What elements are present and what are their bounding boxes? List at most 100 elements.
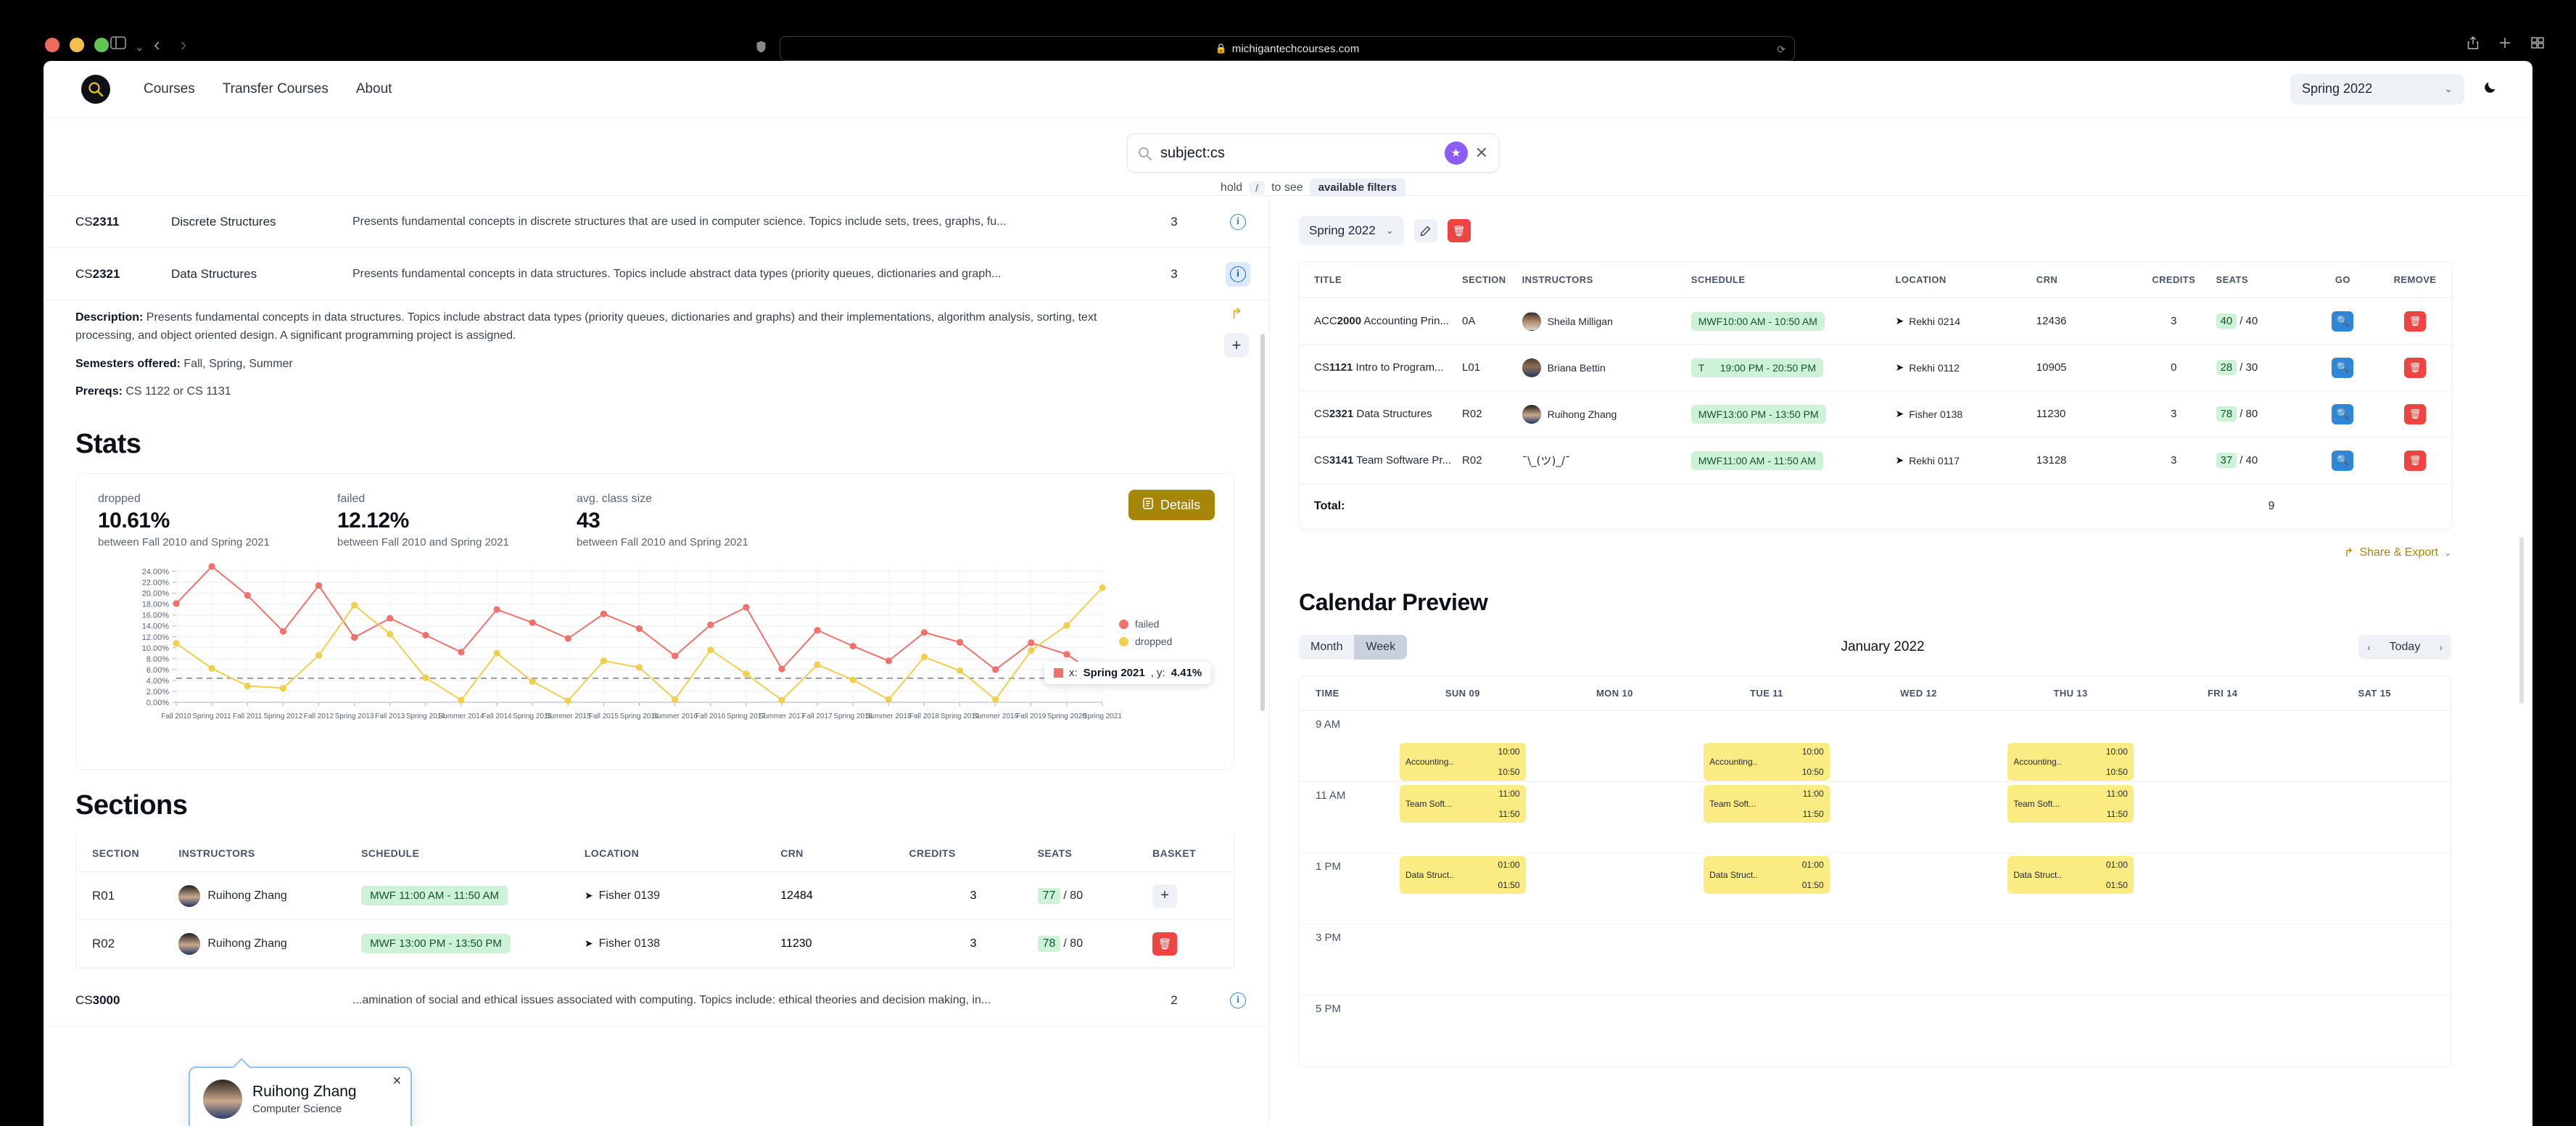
calendar-day-cell[interactable] [2147, 995, 2299, 1067]
available-filters-chip[interactable]: available filters [1310, 178, 1405, 197]
remove-button[interactable]: 🗑 [2404, 451, 2426, 471]
table-row[interactable]: CS2321 Data Structures R02 Ruihong Zhang… [1300, 391, 2452, 437]
details-button[interactable]: Details [1128, 490, 1215, 520]
course-row[interactable]: CS2311 Discrete Structures Presents fund… [44, 196, 1269, 248]
delete-basket-button[interactable]: 🗑 [1448, 219, 1471, 242]
forward-button[interactable]: › [181, 35, 187, 54]
table-row[interactable]: R01 Ruihong Zhang MWF 11:00 AM - 11:50 A… [76, 872, 1234, 920]
sidebar-chevron-down-icon[interactable]: ⌄ [135, 41, 144, 54]
basket-instructor[interactable]: Ruihong Zhang [1522, 405, 1691, 424]
new-tab-icon[interactable] [2499, 37, 2511, 49]
calendar-day-cell[interactable] [1539, 782, 1691, 852]
go-button[interactable]: 🔍 [2332, 404, 2353, 424]
calendar-day-cell[interactable] [2298, 853, 2451, 924]
calendar-day-cell[interactable] [2298, 924, 2451, 995]
calendar-day-cell[interactable] [1690, 924, 1843, 995]
calendar-day-cell[interactable] [1994, 995, 2147, 1067]
course-row[interactable]: CS3000 ...amination of social and ethica… [44, 974, 1269, 1027]
chevron-right-icon[interactable]: › [2430, 636, 2451, 659]
calendar-day-cell[interactable]: Data Struct...01:0001:50 [1387, 853, 1539, 924]
calendar-day-cell[interactable] [2298, 995, 2451, 1067]
chevron-left-icon[interactable]: ‹ [2358, 636, 2379, 659]
address-bar[interactable]: 🔒 michigantechcourses.com ⟳ [780, 36, 1795, 61]
calendar-day-cell[interactable] [1843, 711, 1995, 781]
calendar-day-cell[interactable]: Accounting...10:0010:50 [1690, 711, 1843, 781]
remove-button[interactable]: 🗑 [2404, 311, 2426, 332]
remove-button[interactable]: 🗑 [2404, 404, 2426, 424]
nav-item-transfer-courses[interactable]: Transfer Courses [223, 81, 329, 97]
close-icon[interactable]: ✕ [1475, 145, 1488, 161]
basket-term-selector[interactable]: Spring 2022 ⌄ [1299, 216, 1404, 245]
course-info-button[interactable]: i [1207, 214, 1269, 230]
tab-week[interactable]: Week [1354, 635, 1407, 659]
course-row[interactable]: CS2321 Data Structures Presents fundamen… [44, 248, 1269, 300]
calendar-day-cell[interactable] [1387, 924, 1539, 995]
calendar-day-cell[interactable]: Accounting...10:0010:50 [1387, 711, 1539, 781]
table-row[interactable]: R02 Ruihong Zhang MWF 13:00 PM - 13:50 P… [76, 920, 1234, 968]
calendar-day-cell[interactable] [1690, 995, 1843, 1067]
calendar-event[interactable]: Data Struct...01:0001:50 [1704, 856, 1830, 894]
calendar-day-cell[interactable] [1539, 924, 1691, 995]
calendar-event[interactable]: Data Struct...01:0001:50 [2007, 856, 2134, 894]
calendar-day-cell[interactable] [2147, 853, 2299, 924]
course-info-button[interactable]: i [1207, 993, 1269, 1008]
calendar-day-cell[interactable]: Team Soft...11:0011:50 [1690, 782, 1843, 852]
calendar-day-cell[interactable] [2298, 782, 2451, 852]
go-button[interactable]: 🔍 [2332, 451, 2353, 471]
calendar-day-cell[interactable] [1994, 924, 2147, 995]
tab-overview-icon[interactable] [2531, 37, 2544, 49]
add-to-basket-button[interactable]: + [1152, 884, 1177, 908]
calendar-day-cell[interactable] [1539, 711, 1691, 781]
calendar-event[interactable]: Accounting...10:0010:50 [1400, 743, 1526, 781]
table-row[interactable]: ACC2000 Accounting Prin... 0A Sheila Mil… [1300, 298, 2452, 345]
close-icon[interactable]: ✕ [392, 1074, 402, 1088]
nav-item-about[interactable]: About [356, 81, 392, 97]
table-row[interactable]: CS3141 Team Software Pr... R02 ¯\_(ツ)_/¯… [1300, 437, 2452, 484]
star-icon[interactable]: ★ [1445, 141, 1468, 165]
refresh-icon[interactable]: ⟳ [1777, 44, 1786, 56]
tab-month[interactable]: Month [1299, 635, 1354, 659]
calendar-day-cell[interactable]: Accounting...10:0010:50 [1994, 711, 2147, 781]
calendar-day-cell[interactable] [1843, 782, 1995, 852]
go-button[interactable]: 🔍 [2332, 358, 2353, 378]
calendar-event[interactable]: Data Struct...01:0001:50 [1400, 856, 1526, 894]
maximize-window-button[interactable] [94, 38, 109, 52]
calendar-day-cell[interactable] [2147, 924, 2299, 995]
shield-icon[interactable] [756, 41, 766, 57]
calendar-day-cell[interactable] [1539, 853, 1691, 924]
magnifier-logo-icon[interactable] [81, 75, 110, 104]
table-row[interactable]: CS1121 Intro to Program... L01 Briana Be… [1300, 345, 2452, 391]
close-window-button[interactable] [45, 38, 59, 52]
calendar-event[interactable]: Accounting...10:0010:50 [2007, 743, 2134, 781]
basket-instructor[interactable]: Briana Bettin [1522, 358, 1691, 377]
share-icon[interactable]: ↱ [1231, 305, 1243, 323]
calendar-day-cell[interactable] [1843, 924, 1995, 995]
calendar-day-cell[interactable] [2298, 711, 2451, 781]
calendar-event[interactable]: Team Soft...11:0011:50 [1704, 785, 1830, 823]
right-pane-scrollbar[interactable] [2519, 537, 2524, 704]
calendar-day-cell[interactable] [2147, 782, 2299, 852]
remove-button[interactable]: 🗑 [2404, 358, 2426, 378]
calendar-day-cell[interactable]: Team Soft...11:0011:50 [1994, 782, 2147, 852]
section-instructor[interactable]: Ruihong Zhang [178, 933, 361, 955]
calendar-day-cell[interactable]: Data Struct...01:0001:50 [1994, 853, 2147, 924]
basket-instructor[interactable]: Sheila Milligan [1522, 312, 1691, 331]
calendar-event[interactable]: Team Soft...11:0011:50 [1400, 785, 1526, 823]
today-button[interactable]: Today [2379, 635, 2431, 659]
calendar-event[interactable]: Accounting...10:0010:50 [1704, 743, 1830, 781]
nav-item-courses[interactable]: Courses [144, 81, 195, 97]
calendar-day-cell[interactable]: Team Soft...11:0011:50 [1387, 782, 1539, 852]
course-info-button-active[interactable]: i [1207, 262, 1269, 287]
basket-instructor[interactable]: ¯\_(ツ)_/¯ [1522, 453, 1691, 468]
share-icon[interactable] [2467, 36, 2479, 49]
edit-basket-button[interactable] [1414, 219, 1437, 242]
remove-from-basket-button[interactable]: 🗑 [1152, 932, 1177, 956]
back-button[interactable]: ‹ [154, 35, 160, 54]
calendar-event[interactable]: Team Soft...11:0011:50 [2007, 785, 2134, 823]
calendar-day-cell[interactable] [1539, 995, 1691, 1067]
plus-icon[interactable]: + [1224, 333, 1249, 358]
calendar-day-cell[interactable] [1843, 853, 1995, 924]
search-input[interactable]: subject:cs ★ ✕ [1127, 133, 1499, 173]
go-button[interactable]: 🔍 [2332, 311, 2353, 332]
moon-icon[interactable] [2483, 80, 2498, 98]
